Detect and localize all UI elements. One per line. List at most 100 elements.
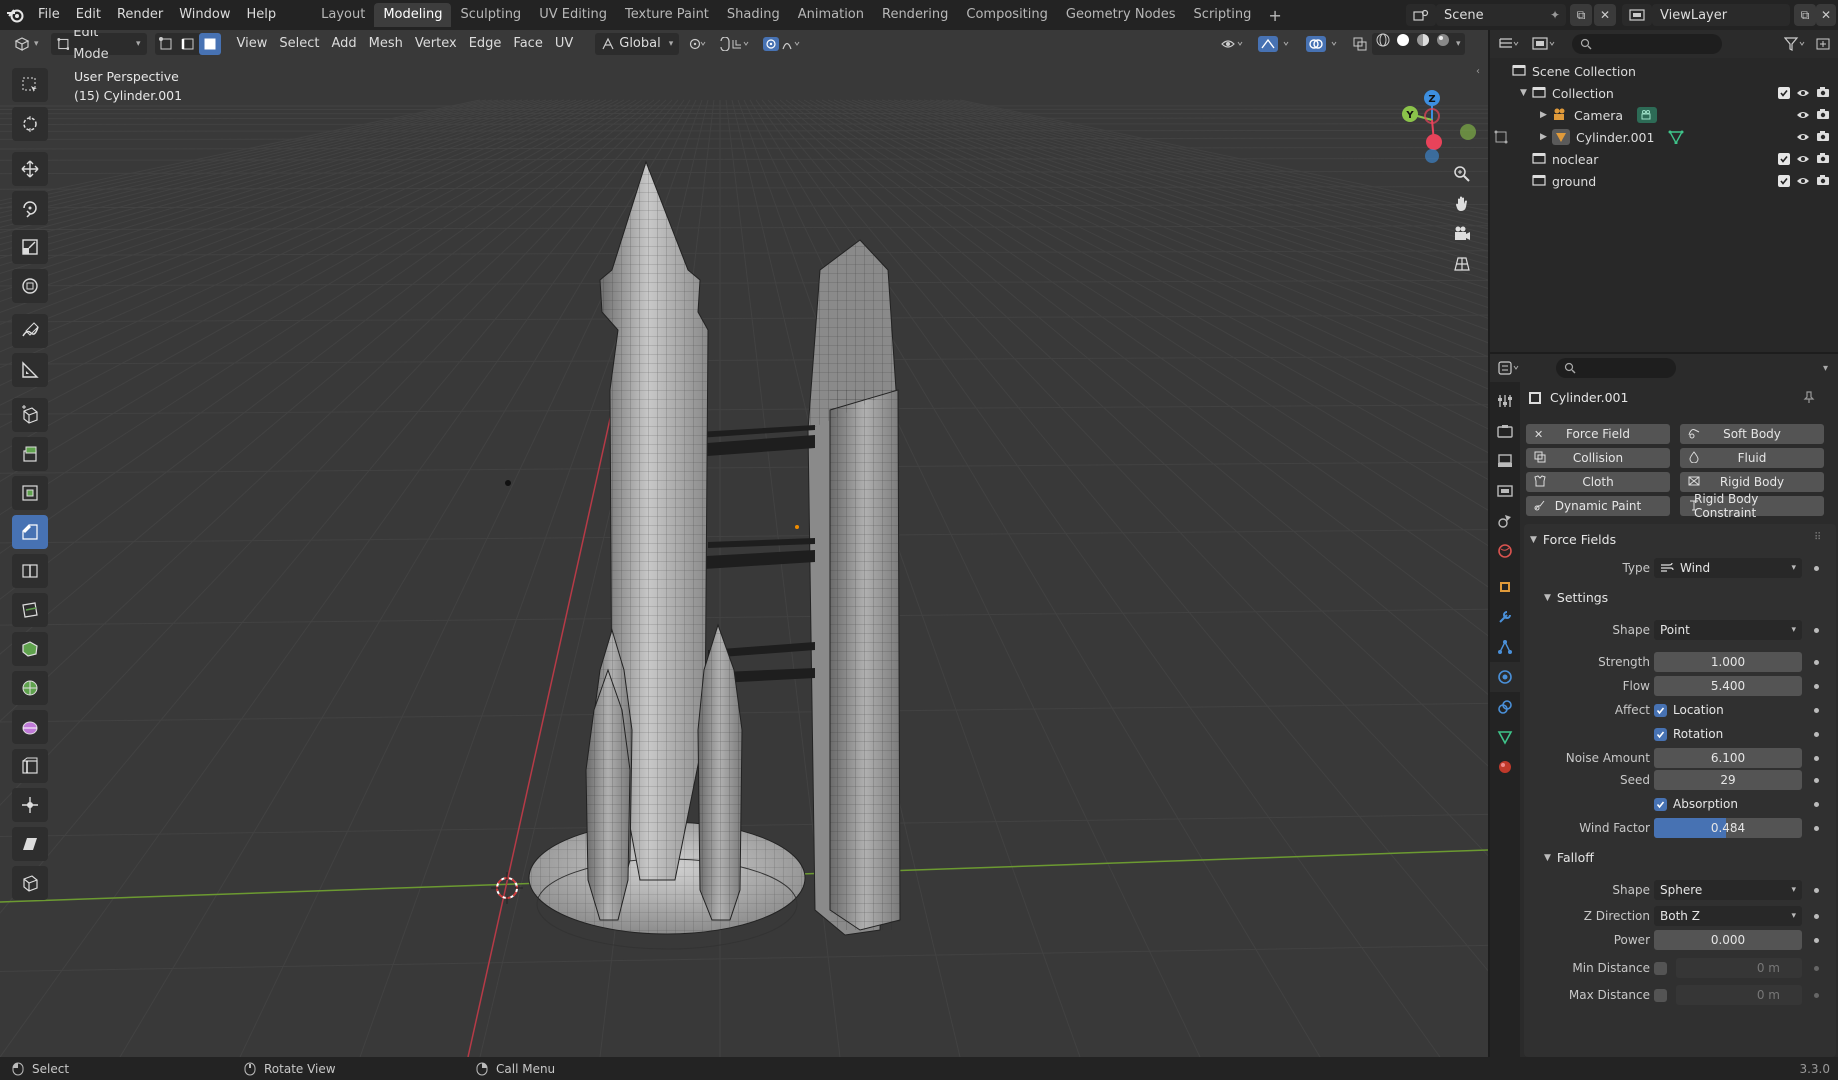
power-field[interactable]: 0.000 <box>1654 930 1802 950</box>
keyframe-dot-icon[interactable] <box>1814 888 1819 893</box>
menu-face[interactable]: Face <box>507 33 548 55</box>
edge-select-icon[interactable] <box>177 33 199 55</box>
transform-tool-icon[interactable] <box>12 269 48 303</box>
remove-icon[interactable]: ✕ <box>1534 428 1543 441</box>
drag-handle-icon[interactable]: ⠿ <box>1814 532 1821 543</box>
proportional-editing-icon[interactable] <box>757 33 809 55</box>
mesh-data-icon[interactable] <box>1668 130 1684 144</box>
menu-uv[interactable]: UV <box>549 33 579 55</box>
z-direction-dropdown[interactable]: Both Z ▾ <box>1654 906 1802 926</box>
location-checkbox[interactable]: Location <box>1654 703 1724 717</box>
keyframe-dot-icon[interactable] <box>1814 914 1819 919</box>
expand-arrow-icon[interactable]: ▶ <box>1540 132 1552 142</box>
fluid-button[interactable]: Fluid <box>1680 448 1824 468</box>
keyframe-dot-icon[interactable] <box>1814 684 1819 689</box>
keyframe-dot-icon[interactable] <box>1814 732 1819 737</box>
max-distance-field[interactable]: 0 m <box>1676 985 1802 1005</box>
mode-dropdown[interactable]: Edit Mode ▾ <box>50 30 147 62</box>
eye-icon[interactable] <box>1796 152 1810 167</box>
force-fields-panel-header[interactable]: ▼ Force Fields <box>1530 532 1616 547</box>
menu-mesh[interactable]: Mesh <box>363 33 409 55</box>
min-distance-checkbox[interactable] <box>1654 962 1667 975</box>
outliner-item-camera[interactable]: ▶ Camera <box>1490 104 1838 126</box>
render-camera-icon[interactable] <box>1816 130 1830 145</box>
filter-icon[interactable] <box>1784 37 1830 51</box>
face-select-icon[interactable] <box>198 33 221 55</box>
scene-field[interactable]: Scene ✦ <box>1436 4 1566 26</box>
scene-tab-icon[interactable] <box>1490 506 1520 536</box>
inset-tool-icon[interactable] <box>12 476 48 510</box>
orientation-dropdown[interactable]: Global ▾ <box>595 33 680 55</box>
menu-vertex[interactable]: Vertex <box>409 33 463 55</box>
rigid-body-constraint-button[interactable]: Rigid Body Constraint <box>1680 492 1824 520</box>
menu-edit[interactable]: Edit <box>68 0 109 30</box>
gizmo-toggle-icon[interactable] <box>1252 33 1302 55</box>
noise-field[interactable]: 6.100 <box>1654 748 1802 768</box>
settings-subpanel-header[interactable]: ▼ Settings <box>1544 590 1608 605</box>
keyframe-dot-icon[interactable] <box>1814 826 1819 831</box>
viewport-scene[interactable] <box>0 30 1488 1057</box>
seed-field[interactable]: 29 <box>1654 770 1802 790</box>
add-cube-tool-icon[interactable] <box>12 398 48 432</box>
xray-toggle-icon[interactable] <box>1346 33 1374 55</box>
collision-button[interactable]: Collision <box>1526 448 1670 468</box>
rigid-body-button[interactable]: Rigid Body <box>1680 472 1824 492</box>
tab-sculpting[interactable]: Sculpting <box>451 3 530 27</box>
smooth-tool-icon[interactable] <box>12 710 48 744</box>
poly-build-tool-icon[interactable] <box>12 632 48 666</box>
menu-add[interactable]: Add <box>326 33 363 55</box>
outliner-item-ground[interactable]: ground <box>1490 170 1838 192</box>
material-shading-icon[interactable] <box>1416 33 1430 55</box>
keyframe-dot-icon[interactable] <box>1814 802 1819 807</box>
bevel-tool-icon[interactable] <box>12 515 48 549</box>
rotate-tool-icon[interactable] <box>12 191 48 225</box>
rendered-shading-icon[interactable] <box>1436 33 1450 55</box>
constraints-tab-icon[interactable] <box>1490 692 1520 722</box>
particles-tab-icon[interactable] <box>1490 632 1520 662</box>
3d-cursor-icon[interactable] <box>491 872 523 904</box>
outliner-editor-type-icon[interactable] <box>1498 37 1520 51</box>
shrink-fatten-tool-icon[interactable] <box>12 788 48 822</box>
keyframe-dot-icon[interactable] <box>1814 628 1819 633</box>
max-distance-checkbox[interactable] <box>1654 989 1667 1002</box>
properties-search-input[interactable] <box>1556 358 1676 378</box>
view-layer-icon[interactable] <box>1622 4 1652 26</box>
add-workspace-button[interactable]: + <box>1260 6 1289 25</box>
scale-tool-icon[interactable] <box>12 230 48 264</box>
solid-shading-icon[interactable] <box>1396 33 1410 55</box>
cursor-tool-icon[interactable] <box>12 107 48 141</box>
dynamic-paint-button[interactable]: Dynamic Paint <box>1526 496 1670 516</box>
tab-uv-editing[interactable]: UV Editing <box>530 3 616 27</box>
exclude-checkbox[interactable] <box>1778 175 1790 187</box>
eye-icon[interactable] <box>1796 108 1810 123</box>
min-distance-field[interactable]: 0 m <box>1676 958 1802 978</box>
new-scene-icon[interactable]: ⧉ <box>1570 4 1592 26</box>
vertex-select-icon[interactable] <box>155 33 177 55</box>
tool-tab-icon[interactable] <box>1490 386 1520 416</box>
blender-logo-icon[interactable] <box>0 7 30 23</box>
render-camera-icon[interactable] <box>1816 86 1830 101</box>
menu-help[interactable]: Help <box>239 0 285 30</box>
shear-tool-icon[interactable] <box>12 827 48 861</box>
3d-viewport[interactable]: ▾ Edit Mode ▾ View Select Add Mesh Verte… <box>0 30 1488 1057</box>
falloff-shape-dropdown[interactable]: Sphere ▾ <box>1654 880 1802 900</box>
strength-field[interactable]: 1.000 <box>1654 652 1802 672</box>
pin-icon[interactable]: ✦ <box>1550 8 1560 22</box>
measure-tool-icon[interactable] <box>12 353 48 387</box>
eye-icon[interactable] <box>1796 174 1810 189</box>
navigation-gizmo[interactable]: Z Y <box>1384 66 1484 166</box>
perspective-toggle-icon[interactable] <box>1448 250 1476 278</box>
render-camera-icon[interactable] <box>1816 152 1830 167</box>
tab-geometry-nodes[interactable]: Geometry Nodes <box>1057 3 1185 27</box>
collapse-arrow-icon[interactable]: ▼ <box>1544 593 1551 603</box>
loop-cut-tool-icon[interactable] <box>12 554 48 588</box>
keyframe-dot-icon[interactable] <box>1814 756 1819 761</box>
exclude-checkbox[interactable] <box>1778 87 1790 99</box>
zoom-icon[interactable] <box>1448 160 1476 188</box>
move-tool-icon[interactable] <box>12 152 48 186</box>
world-tab-icon[interactable] <box>1490 536 1520 566</box>
tab-scripting[interactable]: Scripting <box>1185 3 1261 27</box>
spin-tool-icon[interactable] <box>12 671 48 705</box>
menu-window[interactable]: Window <box>171 0 238 30</box>
flow-field[interactable]: 5.400 <box>1654 676 1802 696</box>
